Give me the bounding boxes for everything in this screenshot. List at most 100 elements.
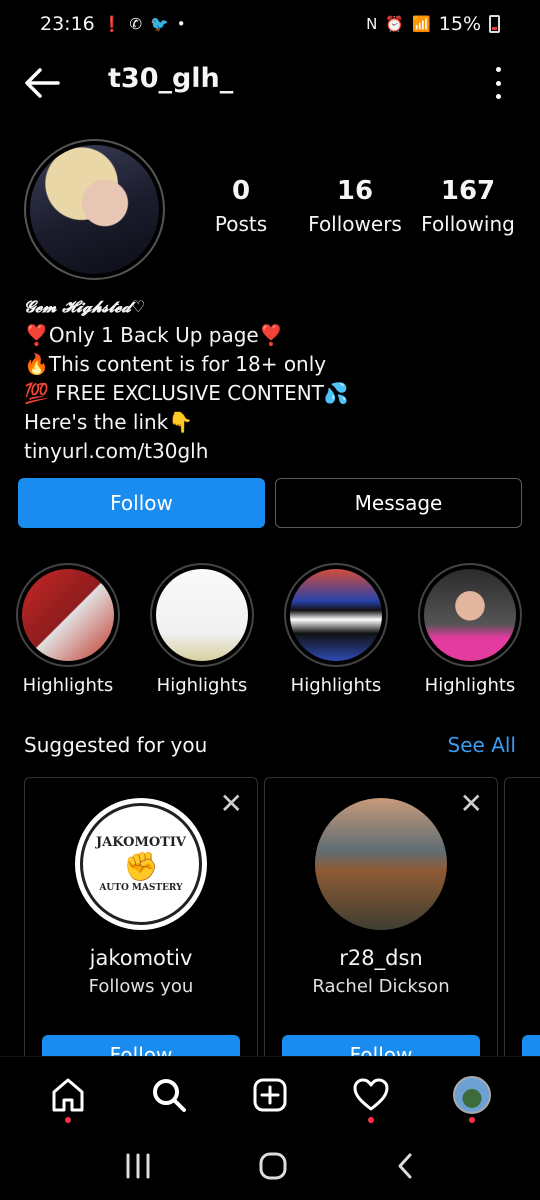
bio-line: 💯 FREE EXCLUSIVE CONTENT💦 bbox=[24, 381, 349, 405]
stat-label: Posts bbox=[214, 212, 268, 236]
suggested-header: Suggested for you See All bbox=[24, 733, 516, 757]
suggested-title: Suggested for you bbox=[24, 733, 208, 757]
back-nav-icon[interactable] bbox=[393, 1151, 417, 1181]
notification-dot bbox=[65, 1116, 72, 1123]
see-all-link[interactable]: See All bbox=[448, 733, 516, 757]
nav-activity[interactable] bbox=[341, 1065, 401, 1125]
status-right: N ⏰ 📶 15% bbox=[366, 13, 500, 35]
create-icon bbox=[253, 1078, 287, 1111]
whatsapp-icon: ✆ bbox=[129, 14, 143, 33]
stat-following[interactable]: 167 Following bbox=[413, 176, 523, 236]
bio-link[interactable]: tinyurl.com/t30glh bbox=[24, 437, 524, 466]
stat-posts[interactable]: 0 Posts bbox=[205, 176, 277, 236]
more-options-button[interactable] bbox=[492, 67, 504, 99]
bottom-navigation bbox=[0, 1056, 540, 1132]
suggestion-follow-button[interactable]: Follow bbox=[42, 1035, 240, 1057]
nav-create[interactable] bbox=[240, 1065, 300, 1125]
bio-name: 𝓖𝓮𝓶 𝓗𝓲𝓰𝓱𝓼𝓽𝓮𝓭♡ bbox=[24, 297, 146, 316]
search-icon bbox=[153, 1078, 187, 1112]
highlight-cover bbox=[156, 569, 248, 661]
dot bbox=[495, 80, 501, 86]
arrow-left-icon bbox=[25, 68, 60, 98]
stat-label: Followers bbox=[308, 212, 402, 236]
system-navigation bbox=[0, 1132, 540, 1200]
nav-search[interactable] bbox=[139, 1065, 199, 1125]
suggestion-avatar[interactable]: JAKOMOTIV ✊ AUTO MASTERY bbox=[75, 798, 207, 930]
profile-avatar-icon bbox=[452, 1075, 491, 1114]
nfc-icon: N bbox=[366, 14, 378, 33]
recent-apps-icon[interactable] bbox=[123, 1152, 153, 1180]
alarm-icon: ⏰ bbox=[385, 14, 405, 33]
alert-icon: ❗ bbox=[102, 14, 122, 33]
logo-text-top: JAKOMOTIV bbox=[95, 835, 187, 850]
close-icon[interactable]: ✕ bbox=[460, 790, 483, 818]
dot bbox=[495, 67, 501, 72]
notification-dot bbox=[468, 1116, 475, 1123]
suggestion-card[interactable]: ✕ JAKOMOTIV ✊ AUTO MASTERY jakomotiv Fol… bbox=[24, 777, 258, 1057]
profile-avatar bbox=[30, 145, 159, 274]
twitter-icon: 🐦 bbox=[150, 14, 169, 33]
message-button[interactable]: Message bbox=[275, 478, 522, 528]
story-highlights: Highlights Highlights Highlights Highlig… bbox=[16, 563, 536, 696]
status-left: 23:16 ❗ ✆ 🐦 • bbox=[40, 13, 186, 35]
profile-header: t30_glh_ bbox=[0, 55, 540, 111]
highlight-ring bbox=[150, 563, 254, 667]
page-title: t30_glh_ bbox=[108, 63, 234, 94]
suggested-carousel[interactable]: ✕ JAKOMOTIV ✊ AUTO MASTERY jakomotiv Fol… bbox=[24, 777, 540, 1057]
suggestion-subtitle: Rachel Dickson bbox=[312, 976, 450, 997]
jakomotiv-logo: JAKOMOTIV ✊ AUTO MASTERY bbox=[80, 803, 202, 925]
stat-value: 0 bbox=[231, 176, 251, 206]
suggestion-subtitle: Follows you bbox=[88, 976, 194, 997]
fist-wrench-icon: ✊ bbox=[123, 850, 159, 883]
highlight-ring bbox=[16, 563, 120, 667]
highlight-label: Highlights bbox=[290, 675, 382, 696]
highlight-cover bbox=[290, 569, 382, 661]
suggestion-follow-button[interactable] bbox=[522, 1035, 540, 1057]
wifi-icon: 📶 bbox=[412, 14, 431, 33]
highlight-label: Highlights bbox=[424, 675, 516, 696]
home-icon bbox=[52, 1078, 84, 1111]
highlight-item[interactable]: Highlights bbox=[418, 563, 522, 696]
highlight-ring bbox=[418, 563, 522, 667]
home-button-icon[interactable] bbox=[258, 1151, 288, 1181]
profile-actions: Follow Message bbox=[18, 478, 522, 528]
battery-icon bbox=[489, 15, 500, 33]
suggestion-card-partial[interactable] bbox=[504, 777, 540, 1057]
bio-line: ❣️Only 1 Back Up page❣️ bbox=[24, 323, 284, 347]
suggestion-card[interactable]: ✕ r28_dsn Rachel Dickson Follow bbox=[264, 777, 498, 1057]
highlight-ring bbox=[284, 563, 388, 667]
profile-avatar-ring[interactable] bbox=[24, 139, 165, 280]
logo-text-bottom: AUTO MASTERY bbox=[99, 883, 183, 893]
bio-line: Here's the link👇 bbox=[24, 410, 194, 434]
nav-home[interactable] bbox=[38, 1065, 98, 1125]
highlight-cover bbox=[22, 569, 114, 661]
stat-value: 167 bbox=[440, 176, 496, 206]
suggestion-username[interactable]: r28_dsn bbox=[265, 946, 497, 970]
suggestion-avatar[interactable] bbox=[315, 798, 447, 930]
bio-line: 🔥This content is for 18+ only bbox=[24, 352, 327, 376]
stat-followers[interactable]: 16 Followers bbox=[297, 176, 413, 236]
dot bbox=[495, 94, 501, 99]
profile-stats: 0 Posts 16 Followers 167 Following bbox=[205, 176, 525, 236]
battery-text: 15% bbox=[438, 13, 481, 35]
heart-icon bbox=[353, 1078, 389, 1110]
highlight-item[interactable]: Highlights bbox=[150, 563, 254, 696]
clock: 23:16 bbox=[40, 13, 95, 35]
close-icon[interactable]: ✕ bbox=[220, 790, 243, 818]
highlight-item[interactable]: Highlights bbox=[16, 563, 120, 696]
highlight-label: Highlights bbox=[156, 675, 248, 696]
highlight-cover bbox=[424, 569, 516, 661]
highlight-label: Highlights bbox=[22, 675, 114, 696]
suggestion-follow-button[interactable]: Follow bbox=[282, 1035, 480, 1057]
status-bar: 23:16 ❗ ✆ 🐦 • N ⏰ 📶 15% bbox=[0, 0, 540, 48]
highlight-item[interactable]: Highlights bbox=[284, 563, 388, 696]
stat-value: 16 bbox=[336, 176, 374, 206]
dot-icon: • bbox=[176, 14, 186, 33]
follow-button[interactable]: Follow bbox=[18, 478, 265, 528]
suggestion-username[interactable]: jakomotiv bbox=[25, 946, 257, 970]
back-button[interactable] bbox=[22, 65, 62, 101]
nav-profile[interactable] bbox=[442, 1065, 502, 1125]
profile-bio: 𝓖𝓮𝓶 𝓗𝓲𝓰𝓱𝓼𝓽𝓮𝓭♡ ❣️Only 1 Back Up page❣️ 🔥T… bbox=[24, 292, 524, 466]
stat-label: Following bbox=[421, 212, 515, 236]
notification-dot bbox=[367, 1116, 374, 1123]
